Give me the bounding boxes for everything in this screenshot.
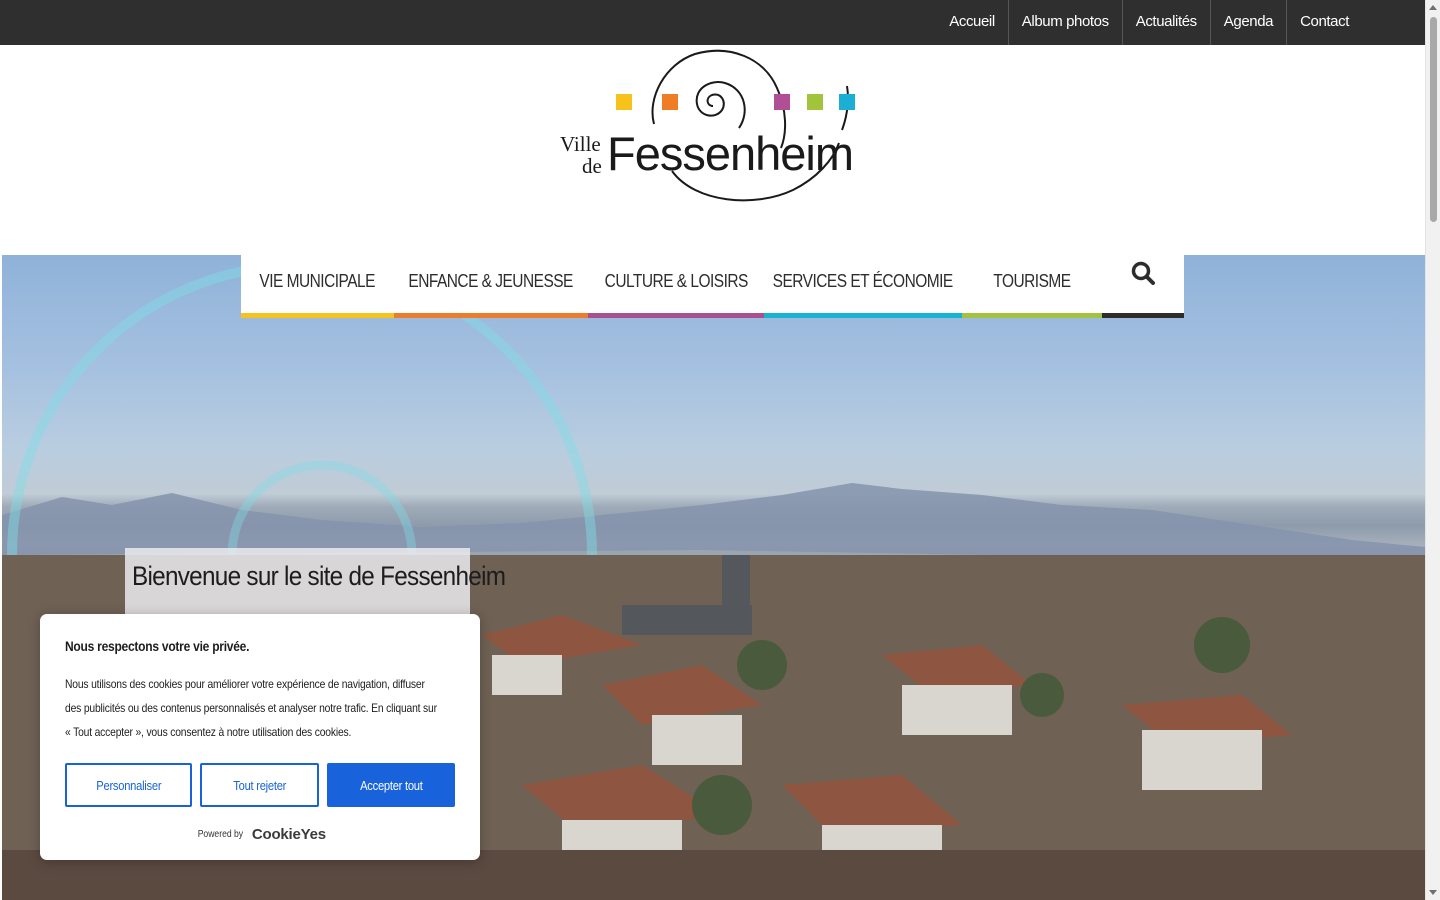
top-nav-accueil[interactable]: Accueil: [936, 0, 1008, 45]
nav-vie-municipale-label: VIE MUNICIPALE: [259, 271, 376, 291]
nav-enfance-jeunesse[interactable]: ENFANCE & JEUNESSE: [394, 255, 588, 318]
nav-services-economie[interactable]: SERVICES ET ÉCONOMIE: [764, 255, 962, 318]
logo-square-5: [839, 94, 855, 110]
main-nav: VIE MUNICIPALE ENFANCE & JEUNESSE CULTUR…: [241, 255, 1184, 318]
nav-services-economie-label: SERVICES ET ÉCONOMIE: [772, 271, 954, 291]
accept-all-button[interactable]: Accepter tout: [327, 763, 455, 807]
reject-all-button[interactable]: Tout rejeter: [200, 763, 319, 807]
search-icon: [1131, 261, 1155, 285]
logo-square-2: [662, 94, 678, 110]
nav-tourisme[interactable]: TOURISME: [962, 255, 1102, 318]
top-nav-agenda[interactable]: Agenda: [1209, 0, 1286, 45]
scroll-down-arrow-icon[interactable]: [1429, 890, 1437, 895]
accept-all-button-label: Accepter tout: [359, 777, 423, 793]
nav-tourisme-underline: [962, 313, 1102, 318]
nav-vie-municipale[interactable]: VIE MUNICIPALE: [241, 255, 394, 318]
nav-tourisme-label: TOURISME: [993, 271, 1071, 291]
search-underline: [1102, 313, 1184, 318]
customize-button[interactable]: Personnaliser: [65, 763, 192, 807]
logo-square-1: [616, 94, 632, 110]
top-nav-album-photos[interactable]: Album photos: [1007, 0, 1122, 45]
scroll-up-arrow-icon[interactable]: [1429, 5, 1437, 10]
powered-by: Powered by CookieYes: [40, 826, 480, 843]
nav-enfance-jeunesse-underline: [394, 313, 588, 318]
logo-text-de: de: [582, 154, 602, 178]
logo-square-3: [774, 94, 790, 110]
cookie-consent-banner: Nous respectons votre vie privée. Nous u…: [40, 614, 480, 860]
page: Accueil Album photos Actualités Agenda C…: [0, 0, 1440, 900]
nav-vie-municipale-underline: [241, 313, 394, 318]
page-scrollbar[interactable]: [1425, 0, 1440, 900]
cookie-description: Nous utilisons des cookies pour améliore…: [65, 677, 437, 739]
cookie-title: Nous respectons votre vie privée.: [65, 638, 250, 654]
cookieyes-logo[interactable]: CookieYes: [252, 826, 326, 843]
nav-culture-loisirs-underline: [588, 313, 764, 318]
cookie-buttons: Personnaliser Tout rejeter Accepter tout: [65, 763, 455, 807]
search-button[interactable]: [1102, 255, 1184, 318]
nav-services-economie-underline: [764, 313, 962, 318]
powered-by-text: Powered by: [197, 829, 244, 840]
top-nav-actualites[interactable]: Actualités: [1121, 0, 1210, 45]
site-logo[interactable]: Ville de Fessenheim: [555, 48, 875, 206]
nav-enfance-jeunesse-label: ENFANCE & JEUNESSE: [408, 271, 574, 291]
welcome-title: Bienvenue sur le site de Fessenheim: [132, 561, 506, 591]
customize-button-label: Personnaliser: [95, 777, 162, 793]
scrollbar-thumb[interactable]: [1430, 17, 1437, 222]
top-bar: Accueil Album photos Actualités Agenda C…: [0, 0, 1425, 45]
logo-square-4: [807, 94, 823, 110]
logo-text-name: Fessenheim: [607, 127, 854, 180]
reject-all-button-label: Tout rejeter: [233, 777, 286, 793]
nav-culture-loisirs-label: CULTURE & LOISIRS: [604, 271, 748, 291]
nav-culture-loisirs[interactable]: CULTURE & LOISIRS: [588, 255, 764, 318]
top-nav-contact[interactable]: Contact: [1286, 0, 1362, 45]
top-nav: Accueil Album photos Actualités Agenda C…: [936, 0, 1362, 45]
